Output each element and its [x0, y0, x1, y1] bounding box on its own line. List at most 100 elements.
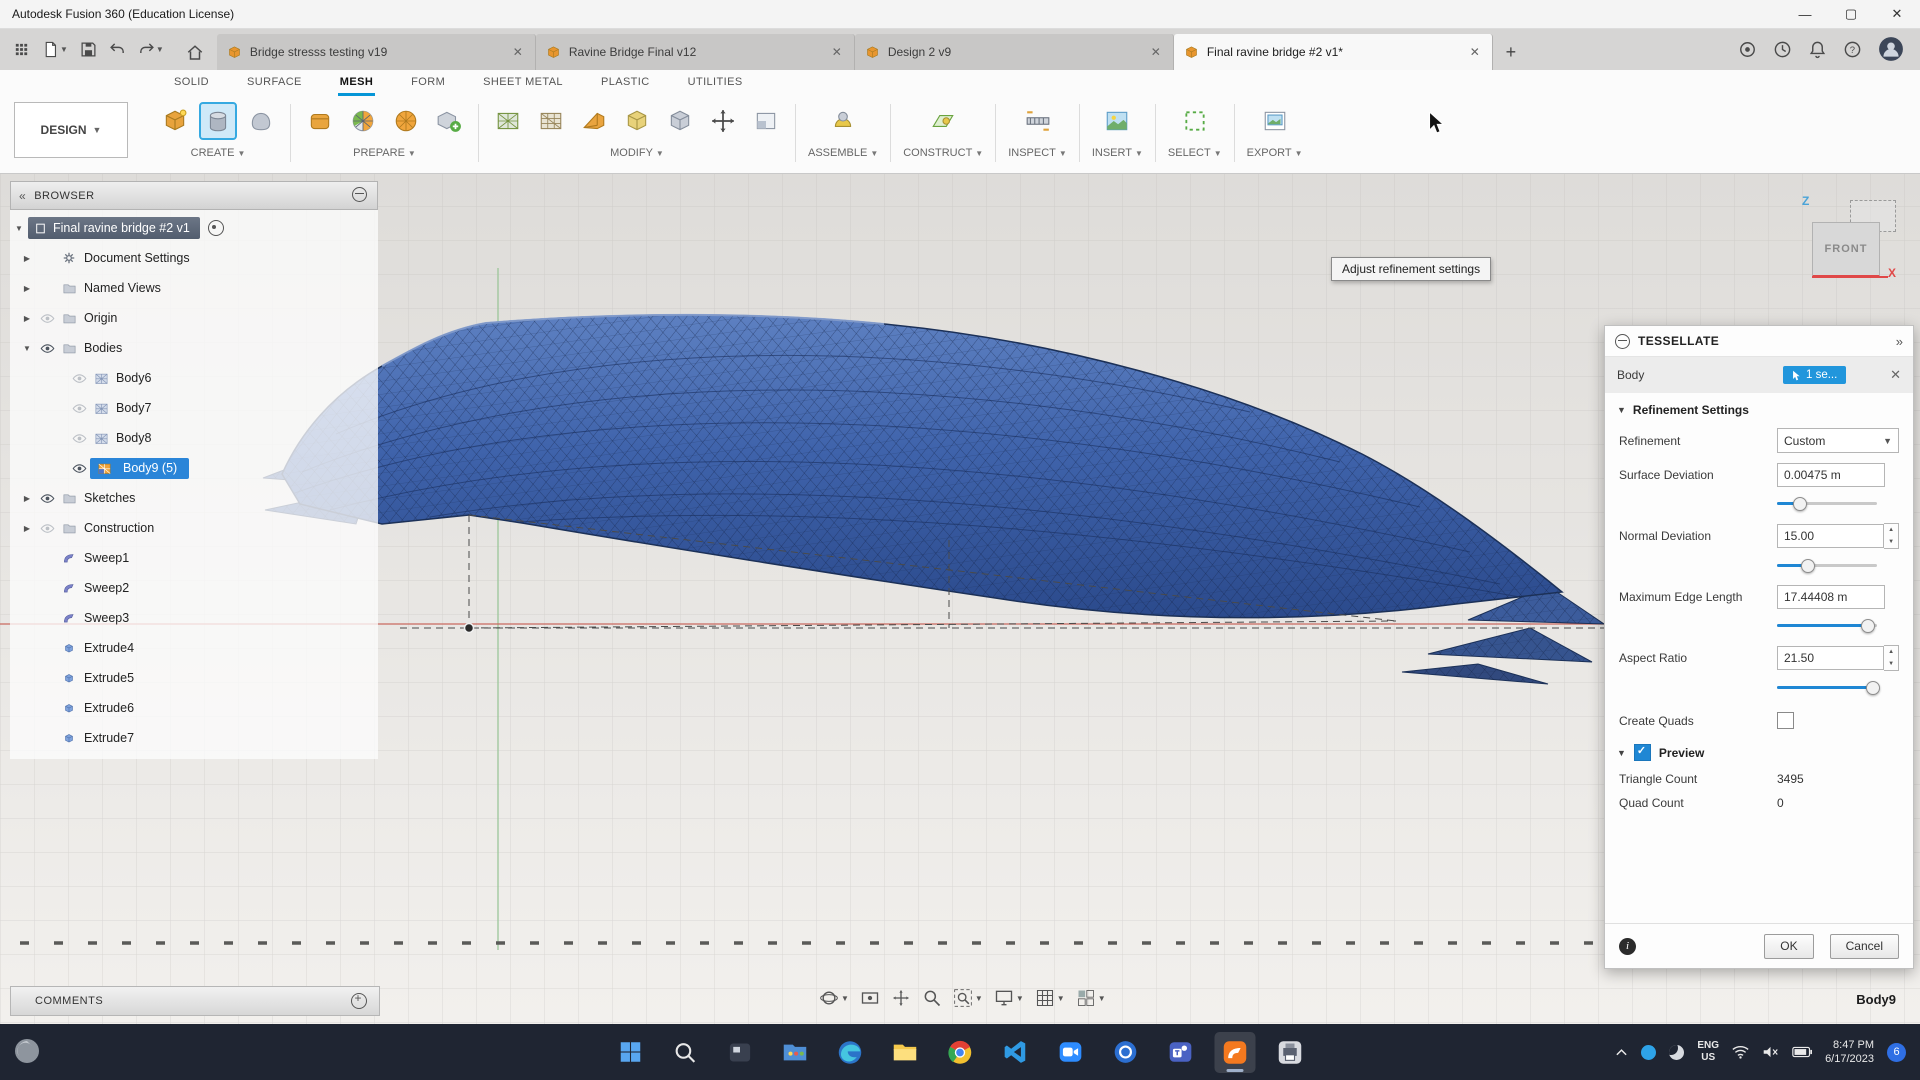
tree-item-sweep1[interactable]: Sweep1 — [10, 543, 378, 573]
grid-tool-icon[interactable]: ▼ — [1032, 985, 1068, 1011]
tree-item-origin[interactable]: ▶Origin — [10, 303, 378, 333]
ribbon-tab-surface[interactable]: SURFACE — [245, 70, 304, 96]
document-tab[interactable]: Ravine Bridge Final v12✕ — [536, 34, 855, 70]
ribbon-tab-utilities[interactable]: UTILITIES — [686, 70, 745, 96]
group-label-insert[interactable]: INSERT▼ — [1092, 147, 1143, 159]
taskbar-vscode-icon[interactable] — [995, 1032, 1036, 1073]
document-tab[interactable]: Design 2 v9✕ — [855, 34, 1174, 70]
surface-deviation-input[interactable]: 0.00475 m — [1777, 463, 1885, 487]
taskbar-webex-icon[interactable] — [1105, 1032, 1146, 1073]
construct-icon[interactable] — [926, 104, 960, 138]
normal-deviation-stepper[interactable]: ▲▼ — [1884, 523, 1899, 549]
taskbar-fusion-360-icon[interactable] — [1215, 1032, 1256, 1073]
expand-arrow-icon[interactable]: ▶ — [18, 494, 36, 503]
maximize-button[interactable]: ▢ — [1828, 0, 1874, 28]
battery-icon[interactable] — [1792, 1046, 1812, 1058]
assemble-icon[interactable] — [826, 104, 860, 138]
box-gray-icon[interactable] — [663, 104, 697, 138]
clock-date[interactable]: 8:47 PM6/17/2023 — [1825, 1038, 1874, 1066]
ribbon-tab-mesh[interactable]: MESH — [338, 70, 375, 96]
max-edge-length-input[interactable]: 17.44408 m — [1777, 585, 1885, 609]
view-cube[interactable]: FRONT Z X — [1806, 200, 1916, 300]
taskbar-file-explorer-icon[interactable] — [885, 1032, 926, 1073]
minimize-button[interactable]: — — [1782, 0, 1828, 28]
redo-button[interactable]: ▼ — [133, 34, 169, 64]
undo-button[interactable] — [104, 34, 131, 64]
ribbon-tab-sheet-metal[interactable]: SHEET METAL — [481, 70, 565, 96]
taskbar-corner-icon[interactable] — [12, 1036, 42, 1071]
clock-icon[interactable] — [1773, 40, 1792, 59]
avatar-icon[interactable] — [1878, 36, 1904, 62]
ok-button[interactable]: OK — [1764, 934, 1813, 959]
group-label-assemble[interactable]: ASSEMBLE▼ — [808, 147, 878, 159]
look-at-tool-icon[interactable] — [857, 985, 883, 1011]
create-quads-checkbox[interactable] — [1777, 712, 1794, 729]
browser-header[interactable]: « BROWSER — [10, 181, 378, 210]
mesh-sphere-orange-icon[interactable] — [389, 104, 423, 138]
expand-arrow-icon[interactable]: ▶ — [18, 284, 36, 293]
visibility-eye-icon[interactable] — [68, 371, 90, 386]
normal-deviation-input[interactable]: 15.00 — [1777, 524, 1884, 548]
group-label-create[interactable]: CREATE▼ — [191, 147, 246, 159]
refinement-settings-section[interactable]: ▼ Refinement Settings — [1605, 393, 1913, 423]
collapse-dialog-icon[interactable] — [1615, 334, 1630, 349]
taskbar-search-icon[interactable] — [665, 1032, 706, 1073]
visibility-eye-icon[interactable] — [36, 521, 58, 536]
file-new-button[interactable]: ▼ — [37, 34, 73, 64]
tree-item-extrude7[interactable]: Extrude7 — [10, 723, 378, 753]
mesh-sphere-color-icon[interactable] — [346, 104, 380, 138]
zoom-tool-icon[interactable] — [919, 985, 945, 1011]
visibility-eye-icon[interactable] — [36, 341, 58, 356]
extensions-icon[interactable] — [1738, 40, 1757, 59]
dock-right-icon[interactable]: » — [1896, 334, 1903, 349]
tessellate-header[interactable]: TESSELLATE » — [1605, 326, 1913, 357]
info-icon[interactable]: i — [1619, 938, 1636, 955]
measure-icon[interactable] — [1021, 104, 1055, 138]
tree-item-construction[interactable]: ▶Construction — [10, 513, 378, 543]
aspect-ratio-slider[interactable] — [1777, 680, 1877, 694]
taskbar-teams-icon[interactable] — [1160, 1032, 1201, 1073]
help-icon[interactable]: ? — [1843, 40, 1862, 59]
fit-tool-icon[interactable]: ▼ — [950, 985, 986, 1011]
expand-arrow-icon[interactable]: ▼ — [18, 344, 36, 353]
document-tab[interactable]: Final ravine bridge #2 v1*✕ — [1174, 34, 1493, 70]
box-orange-icon[interactable] — [158, 104, 192, 138]
language-indicator[interactable]: ENGUS — [1697, 1040, 1719, 1064]
visibility-eye-icon[interactable] — [68, 401, 90, 416]
taskbar-apps-folder-icon[interactable] — [775, 1032, 816, 1073]
tree-item-bodies[interactable]: ▼Bodies — [10, 333, 378, 363]
insert-image-icon[interactable] — [1100, 104, 1134, 138]
box-green-plus-icon[interactable] — [432, 104, 466, 138]
minimize-browser-icon[interactable] — [352, 187, 367, 205]
app-grid-button[interactable] — [8, 34, 35, 64]
selected-item-band[interactable]: Body9 (5) — [90, 458, 189, 479]
tree-item-sketches[interactable]: ▶Sketches — [10, 483, 378, 513]
viewports-tool-icon[interactable]: ▼ — [1073, 985, 1109, 1011]
tree-item-body8[interactable]: Body8 — [10, 423, 378, 453]
tree-item-extrude5[interactable]: Extrude5 — [10, 663, 378, 693]
tray-expand-icon[interactable] — [1615, 1047, 1628, 1057]
workspace-selector[interactable]: DESIGN ▼ — [14, 102, 128, 158]
taskbar-task-view-icon[interactable] — [720, 1032, 761, 1073]
preview-section[interactable]: ▼ Preview — [1605, 734, 1913, 767]
visibility-eye-icon[interactable] — [68, 461, 90, 476]
tree-item-extrude4[interactable]: Extrude4 — [10, 633, 378, 663]
tab-close-icon[interactable]: ✕ — [830, 45, 844, 59]
ribbon-tab-solid[interactable]: SOLID — [172, 70, 211, 96]
collapse-browser-icon[interactable]: « — [11, 189, 34, 203]
home-button[interactable] — [177, 36, 213, 70]
tree-item-body6[interactable]: Body6 — [10, 363, 378, 393]
clear-selection-icon[interactable]: ✕ — [1890, 367, 1901, 383]
tree-item-sweep3[interactable]: Sweep3 — [10, 603, 378, 633]
cylinder-active-icon[interactable] — [201, 104, 235, 138]
group-label-prepare[interactable]: PREPARE▼ — [353, 147, 416, 159]
ribbon-tab-plastic[interactable]: PLASTIC — [599, 70, 652, 96]
mesh-grid2-icon[interactable] — [534, 104, 568, 138]
group-label-inspect[interactable]: INSPECT▼ — [1008, 147, 1067, 159]
refinement-select[interactable]: Custom▼ — [1777, 428, 1899, 453]
group-label-select[interactable]: SELECT▼ — [1168, 147, 1222, 159]
volume-muted-icon[interactable] — [1762, 1045, 1779, 1059]
normal-deviation-slider[interactable] — [1777, 558, 1877, 572]
browser-root-item[interactable]: ▼ Final ravine bridge #2 v1 — [10, 213, 378, 243]
mesh-grid-icon[interactable] — [491, 104, 525, 138]
